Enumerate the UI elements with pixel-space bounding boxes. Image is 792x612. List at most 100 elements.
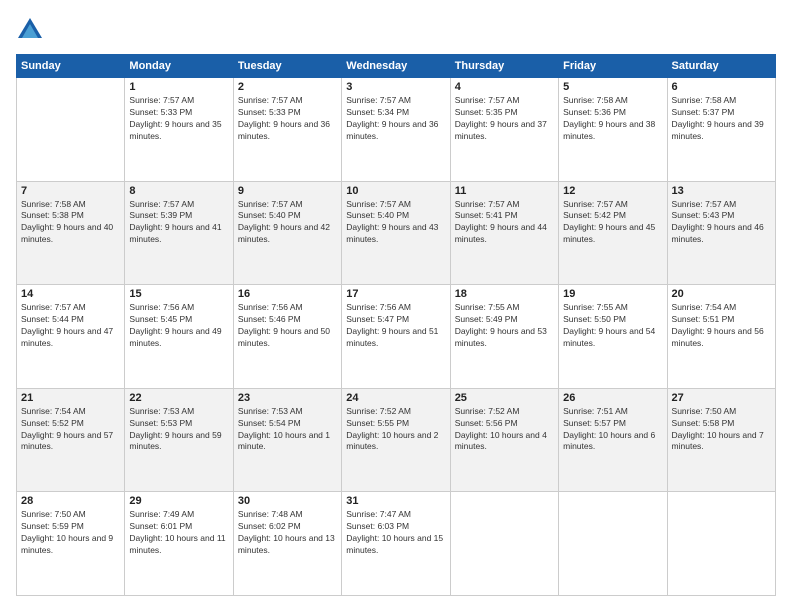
day-info: Sunrise: 7:56 AMSunset: 5:45 PMDaylight:… [129,302,228,350]
daylight-text: Daylight: 9 hours and 39 minutes. [672,119,771,143]
sunrise-text: Sunrise: 7:55 AM [455,302,554,314]
day-number: 9 [238,185,337,197]
day-number: 17 [346,288,445,300]
calendar-day: 29Sunrise: 7:49 AMSunset: 6:01 PMDayligh… [125,492,233,596]
daylight-text: Daylight: 10 hours and 2 minutes. [346,430,445,454]
day-number: 15 [129,288,228,300]
day-info: Sunrise: 7:50 AMSunset: 5:59 PMDaylight:… [21,509,120,557]
sunrise-text: Sunrise: 7:58 AM [21,199,120,211]
sunset-text: Sunset: 5:47 PM [346,314,445,326]
sunset-text: Sunset: 5:41 PM [455,210,554,222]
day-info: Sunrise: 7:54 AMSunset: 5:51 PMDaylight:… [672,302,771,350]
daylight-text: Daylight: 9 hours and 59 minutes. [129,430,228,454]
day-number: 20 [672,288,771,300]
day-info: Sunrise: 7:57 AMSunset: 5:33 PMDaylight:… [238,95,337,143]
sunrise-text: Sunrise: 7:57 AM [346,95,445,107]
sunset-text: Sunset: 5:40 PM [238,210,337,222]
day-number: 2 [238,81,337,93]
sunset-text: Sunset: 6:01 PM [129,521,228,533]
sunrise-text: Sunrise: 7:56 AM [346,302,445,314]
day-info: Sunrise: 7:47 AMSunset: 6:03 PMDaylight:… [346,509,445,557]
calendar-day: 12Sunrise: 7:57 AMSunset: 5:42 PMDayligh… [559,181,667,285]
sunset-text: Sunset: 5:52 PM [21,418,120,430]
day-info: Sunrise: 7:51 AMSunset: 5:57 PMDaylight:… [563,406,662,454]
daylight-text: Daylight: 10 hours and 13 minutes. [238,533,337,557]
day-number: 10 [346,185,445,197]
sunrise-text: Sunrise: 7:57 AM [455,199,554,211]
day-info: Sunrise: 7:53 AMSunset: 5:54 PMDaylight:… [238,406,337,454]
calendar-day [450,492,558,596]
day-number: 4 [455,81,554,93]
daylight-text: Daylight: 10 hours and 4 minutes. [455,430,554,454]
day-info: Sunrise: 7:57 AMSunset: 5:43 PMDaylight:… [672,199,771,247]
daylight-text: Daylight: 9 hours and 40 minutes. [21,222,120,246]
daylight-text: Daylight: 10 hours and 15 minutes. [346,533,445,557]
calendar-day: 28Sunrise: 7:50 AMSunset: 5:59 PMDayligh… [17,492,125,596]
day-number: 1 [129,81,228,93]
calendar-week-3: 14Sunrise: 7:57 AMSunset: 5:44 PMDayligh… [17,285,776,389]
calendar-day: 27Sunrise: 7:50 AMSunset: 5:58 PMDayligh… [667,388,775,492]
sunrise-text: Sunrise: 7:57 AM [129,199,228,211]
calendar-header-monday: Monday [125,55,233,78]
calendar-header-wednesday: Wednesday [342,55,450,78]
calendar-day: 20 Sunrise: 7:54 AMSunset: 5:51 PMDayligh… [667,285,775,389]
sunset-text: Sunset: 5:57 PM [563,418,662,430]
day-info: Sunrise: 7:56 AMSunset: 5:47 PMDaylight:… [346,302,445,350]
header [16,16,776,44]
day-number: 16 [238,288,337,300]
calendar-day: 15 Sunrise: 7:56 AMSunset: 5:45 PMDayligh… [125,285,233,389]
sunset-text: Sunset: 5:38 PM [21,210,120,222]
sunset-text: Sunset: 5:33 PM [238,107,337,119]
page: SundayMondayTuesdayWednesdayThursdayFrid… [0,0,792,612]
day-number: 12 [563,185,662,197]
sunset-text: Sunset: 5:42 PM [563,210,662,222]
daylight-text: Daylight: 9 hours and 38 minutes. [563,119,662,143]
calendar-day: 7Sunrise: 7:58 AMSunset: 5:38 PMDaylight… [17,181,125,285]
day-number: 3 [346,81,445,93]
day-info: Sunrise: 7:55 AMSunset: 5:49 PMDaylight:… [455,302,554,350]
day-number: 26 [563,392,662,404]
sunset-text: Sunset: 5:33 PM [129,107,228,119]
sunrise-text: Sunrise: 7:53 AM [129,406,228,418]
sunset-text: Sunset: 5:49 PM [455,314,554,326]
sunrise-text: Sunrise: 7:47 AM [346,509,445,521]
day-number: 22 [129,392,228,404]
sunset-text: Sunset: 5:44 PM [21,314,120,326]
sunset-text: Sunset: 6:02 PM [238,521,337,533]
calendar-header-friday: Friday [559,55,667,78]
daylight-text: Daylight: 9 hours and 54 minutes. [563,326,662,350]
calendar-day: 10Sunrise: 7:57 AMSunset: 5:40 PMDayligh… [342,181,450,285]
daylight-text: Daylight: 9 hours and 49 minutes. [129,326,228,350]
sunset-text: Sunset: 5:55 PM [346,418,445,430]
daylight-text: Daylight: 10 hours and 1 minute. [238,430,337,454]
sunset-text: Sunset: 5:40 PM [346,210,445,222]
day-info: Sunrise: 7:52 AMSunset: 5:56 PMDaylight:… [455,406,554,454]
sunrise-text: Sunrise: 7:57 AM [346,199,445,211]
sunset-text: Sunset: 5:50 PM [563,314,662,326]
day-number: 6 [672,81,771,93]
daylight-text: Daylight: 10 hours and 11 minutes. [129,533,228,557]
calendar-day: 31Sunrise: 7:47 AMSunset: 6:03 PMDayligh… [342,492,450,596]
day-number: 29 [129,495,228,507]
daylight-text: Daylight: 10 hours and 9 minutes. [21,533,120,557]
day-info: Sunrise: 7:50 AMSunset: 5:58 PMDaylight:… [672,406,771,454]
calendar-day: 30Sunrise: 7:48 AMSunset: 6:02 PMDayligh… [233,492,341,596]
day-number: 8 [129,185,228,197]
calendar-day: 6Sunrise: 7:58 AMSunset: 5:37 PMDaylight… [667,78,775,182]
sunset-text: Sunset: 5:35 PM [455,107,554,119]
calendar-header-row: SundayMondayTuesdayWednesdayThursdayFrid… [17,55,776,78]
calendar-day: 8Sunrise: 7:57 AMSunset: 5:39 PMDaylight… [125,181,233,285]
calendar-day: 9Sunrise: 7:57 AMSunset: 5:40 PMDaylight… [233,181,341,285]
day-info: Sunrise: 7:53 AMSunset: 5:53 PMDaylight:… [129,406,228,454]
day-number: 5 [563,81,662,93]
calendar-header-saturday: Saturday [667,55,775,78]
day-info: Sunrise: 7:54 AMSunset: 5:52 PMDaylight:… [21,406,120,454]
sunset-text: Sunset: 5:37 PM [672,107,771,119]
calendar-day: 24Sunrise: 7:52 AMSunset: 5:55 PMDayligh… [342,388,450,492]
logo-icon [16,16,44,44]
sunset-text: Sunset: 5:54 PM [238,418,337,430]
day-number: 21 [21,392,120,404]
calendar-day: 19Sunrise: 7:55 AMSunset: 5:50 PMDayligh… [559,285,667,389]
calendar-day: 16Sunrise: 7:56 AMSunset: 5:46 PMDayligh… [233,285,341,389]
day-number: 11 [455,185,554,197]
